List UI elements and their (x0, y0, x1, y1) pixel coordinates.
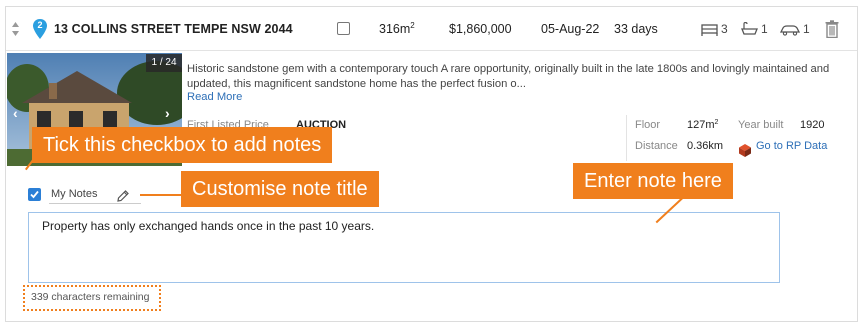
prev-photo-icon[interactable]: ‹ (13, 105, 18, 121)
note-textarea[interactable]: Property has only exchanged hands once i… (28, 212, 780, 283)
cars-feature: 1 (780, 22, 810, 36)
sold-date: 05-Aug-22 (541, 22, 600, 36)
year-built-label: Year built (738, 119, 784, 131)
sale-price: $1,860,000 (449, 22, 512, 36)
bath-icon (741, 22, 758, 35)
days-on-market: 33 days (614, 22, 658, 36)
floor-value: 127m2 (687, 119, 719, 131)
notes-checkbox[interactable] (28, 188, 41, 201)
bed-icon (701, 24, 718, 36)
read-more-link[interactable]: Read More (187, 91, 242, 103)
rp-data-link[interactable]: Go to RP Data (756, 140, 827, 152)
property-stats: Floor 127m2 Year built 1920 Distance 0.3… (626, 115, 858, 161)
beds-feature: 3 (701, 22, 728, 36)
title-callout: Customise note title (181, 171, 379, 207)
car-icon (780, 25, 800, 36)
map-pin-icon: 2 (32, 18, 48, 40)
map-pin-number: 2 (37, 20, 43, 30)
title-callout-leader (140, 194, 182, 196)
pencil-edit-icon[interactable] (116, 189, 130, 203)
checkmark-icon (30, 190, 39, 199)
year-built-value: 1920 (800, 119, 825, 131)
floor-label: Floor (635, 119, 661, 131)
distance-label: Distance (635, 140, 678, 152)
compare-checkbox[interactable] (337, 22, 350, 35)
checkbox-callout: Tick this checkbox to add notes (32, 127, 333, 163)
baths-count: 1 (761, 22, 768, 36)
distance-value: 0.36km (687, 140, 724, 152)
baths-feature: 1 (741, 22, 768, 36)
property-address[interactable]: 13 COLLINS STREET TEMPE NSW 2044 (54, 22, 293, 36)
cars-count: 1 (803, 22, 810, 36)
listing-header-row[interactable]: 2 13 COLLINS STREET TEMPE NSW 2044 316m2… (6, 7, 857, 51)
photo-counter: 1 / 24 (146, 54, 182, 72)
note-callout: Enter note here (573, 163, 733, 199)
beds-count: 3 (721, 22, 728, 36)
trash-icon[interactable] (825, 20, 839, 38)
sort-arrows-icon[interactable] (11, 20, 20, 38)
property-description: Historic sandstone gem with a contempora… (187, 63, 830, 90)
rp-data-logo-icon (739, 144, 751, 157)
land-area: 316m2 (379, 21, 415, 36)
characters-remaining: 339 characters remaining (23, 285, 161, 311)
next-photo-icon[interactable]: › (165, 105, 170, 121)
